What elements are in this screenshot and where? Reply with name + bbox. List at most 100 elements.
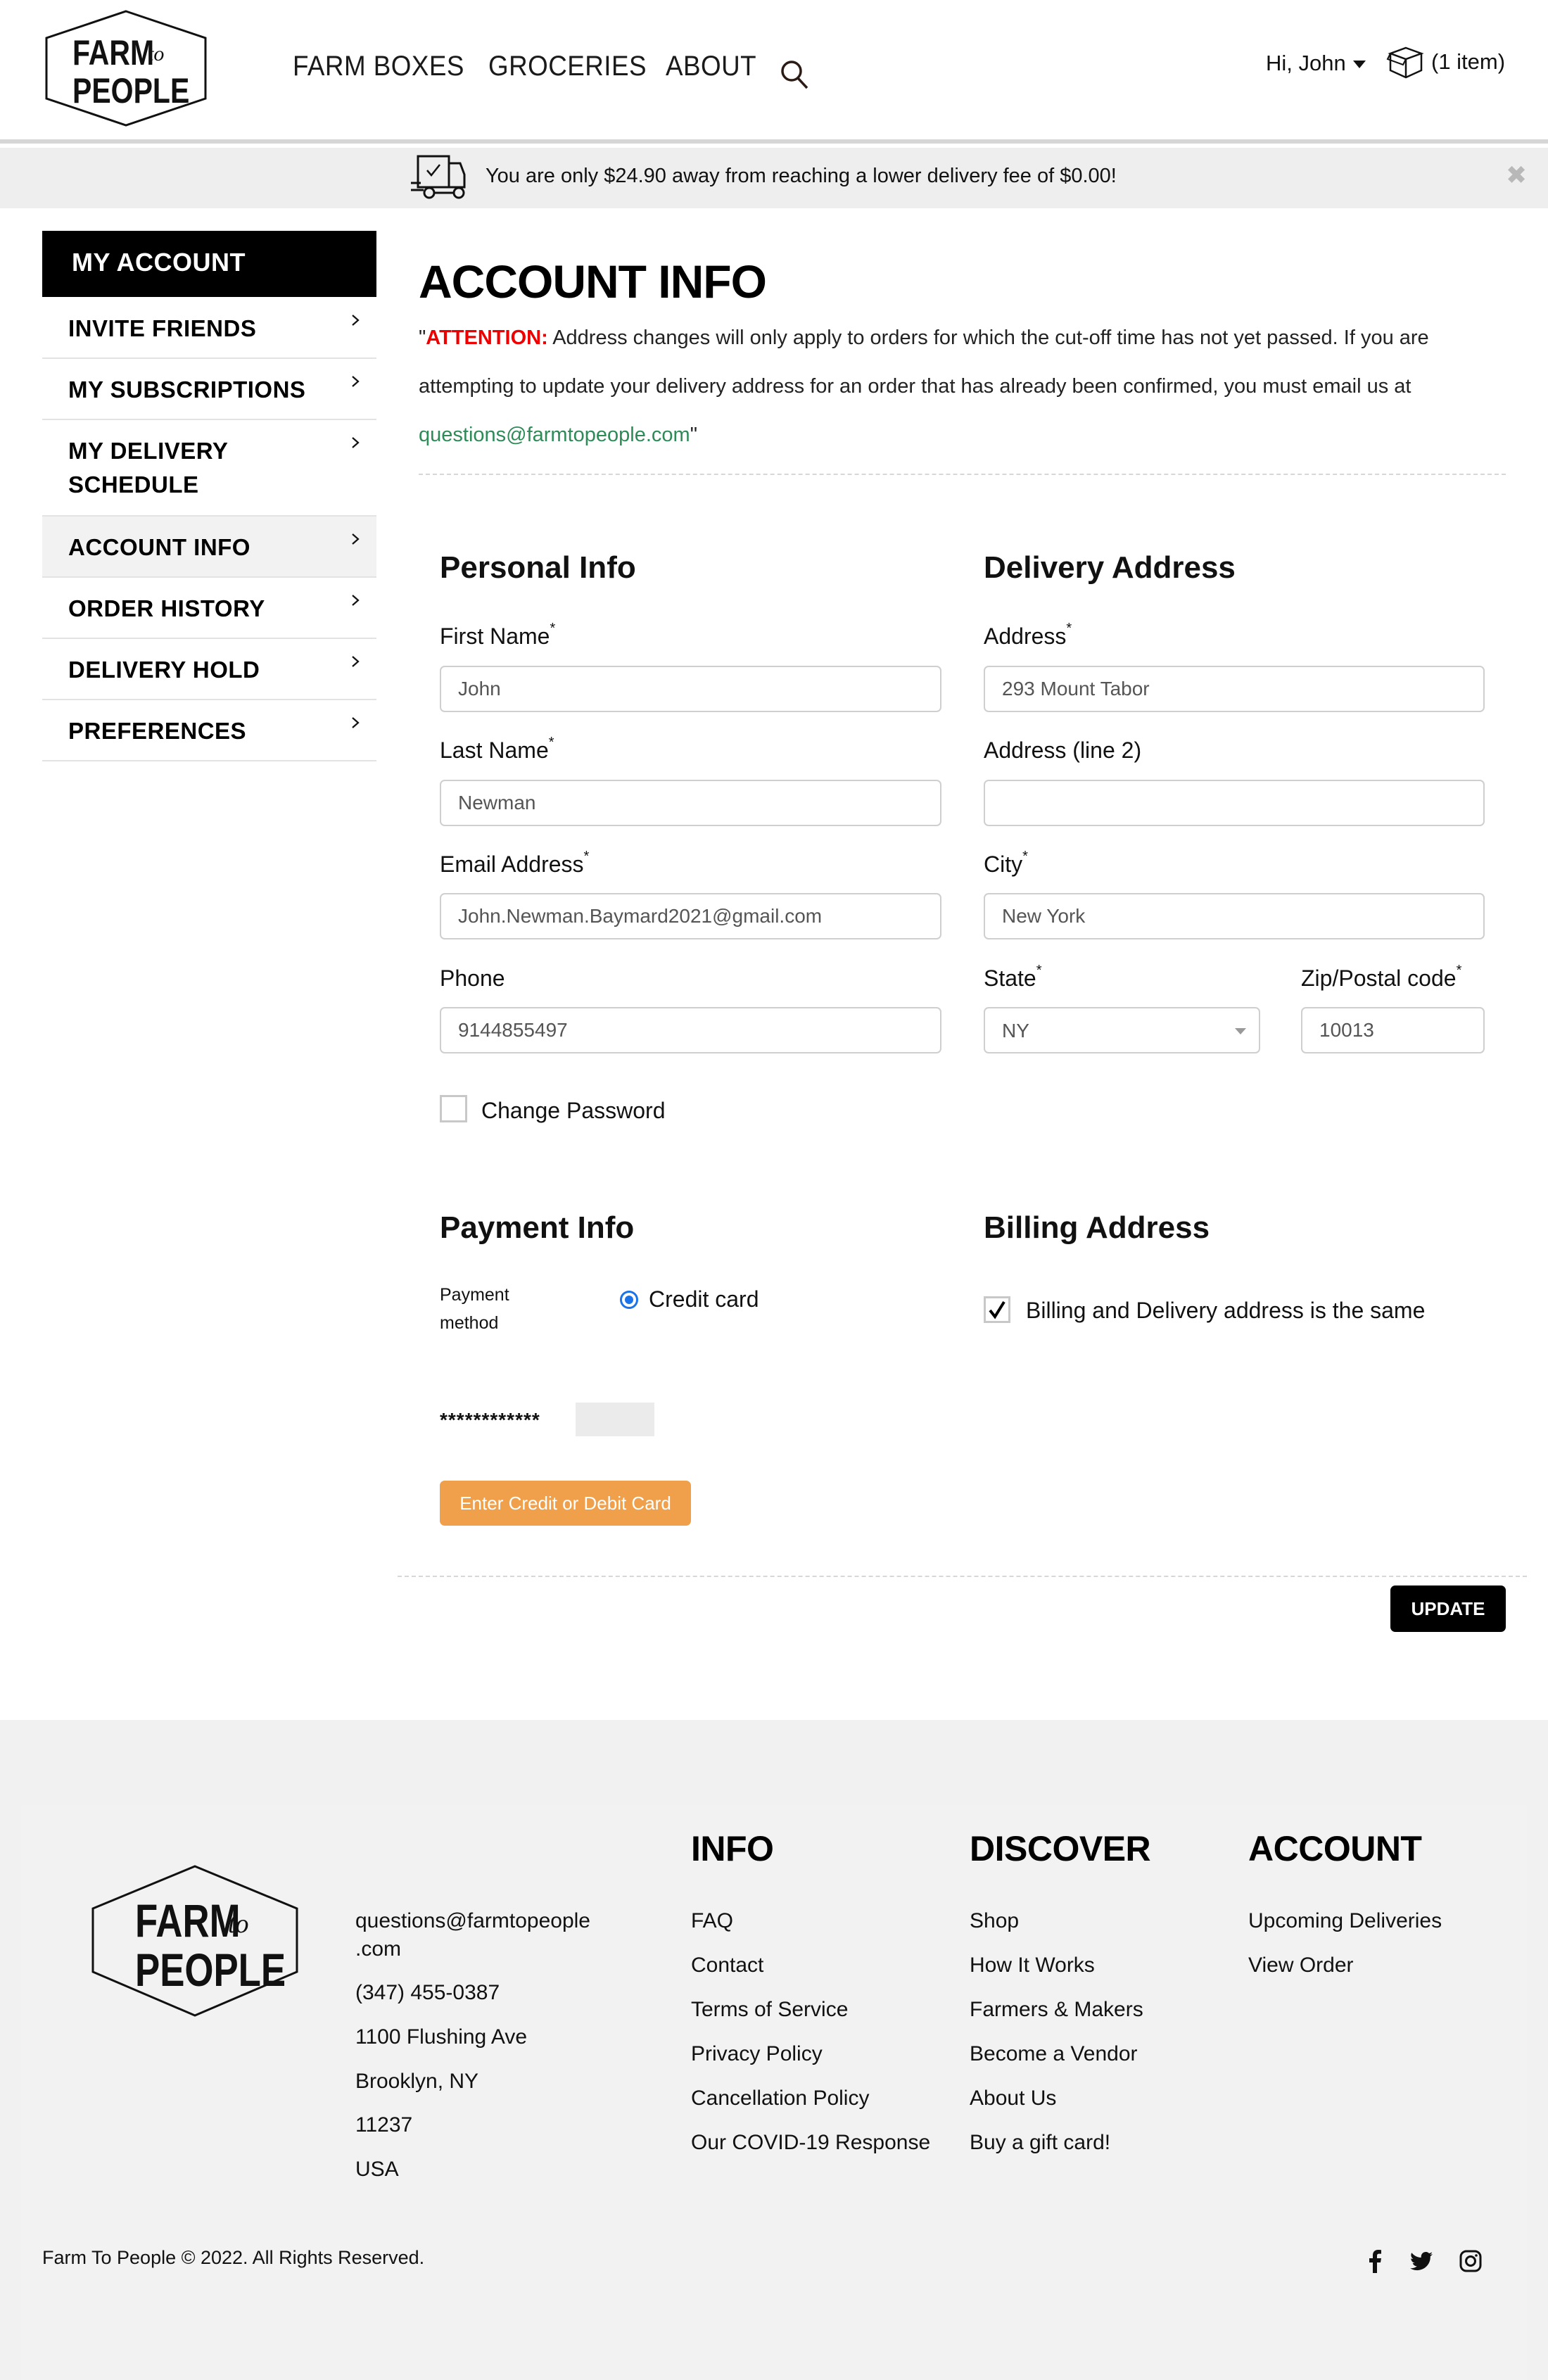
cart-count: (1 item) xyxy=(1431,49,1506,74)
sidebar-item-order-history[interactable]: ORDER HISTORY xyxy=(42,578,376,639)
footer-logo[interactable]: FARM to PEOPLE xyxy=(90,1865,300,2017)
state-label: State* xyxy=(984,963,1042,991)
facebook-icon[interactable] xyxy=(1364,2249,1388,2273)
delivery-truck-icon xyxy=(411,155,466,199)
email-input[interactable] xyxy=(440,893,941,939)
farm-to-people-logo[interactable]: FARM to PEOPLE xyxy=(44,10,208,127)
footer-email-line1[interactable]: questions@farmtopeople xyxy=(355,1909,590,1933)
footer-city: Brooklyn, NY xyxy=(355,2070,479,2093)
change-password-checkbox[interactable] xyxy=(440,1095,467,1122)
delivery-fee-banner: You are only $24.90 away from reaching a… xyxy=(0,148,1548,208)
divider xyxy=(398,1576,1527,1577)
user-greeting: Hi, John xyxy=(1266,51,1346,75)
sidebar-item-my-delivery-schedule[interactable]: MY DELIVERY SCHEDULE xyxy=(42,420,376,517)
chevron-right-icon xyxy=(352,437,360,448)
footer-email-line2[interactable]: .com xyxy=(355,1937,401,1961)
caret-down-icon xyxy=(1352,61,1366,69)
footer-link[interactable]: Our COVID-19 Response xyxy=(691,2131,930,2155)
address-line2-label: Address (line 2) xyxy=(984,738,1142,763)
chevron-right-icon xyxy=(352,315,360,326)
phone-input[interactable] xyxy=(440,1007,941,1053)
sidebar-item-delivery-hold[interactable]: DELIVERY HOLD xyxy=(42,639,376,700)
address-line2-input[interactable] xyxy=(984,780,1485,826)
sidebar-item-invite-friends[interactable]: INVITE FRIENDS xyxy=(42,298,376,359)
footer-heading-discover: DISCOVER xyxy=(970,1829,1151,1868)
state-select[interactable]: NY xyxy=(984,1007,1260,1053)
chevron-right-icon xyxy=(352,376,360,387)
quote-open: " xyxy=(419,327,426,349)
chevron-right-icon xyxy=(352,533,360,545)
footer-link[interactable]: FAQ xyxy=(691,1909,733,1933)
update-button[interactable]: UPDATE xyxy=(1390,1585,1506,1632)
footer-heading-info: INFO xyxy=(691,1829,774,1868)
sidebar-item-label: MY DELIVERY SCHEDULE xyxy=(68,438,228,498)
cart-button[interactable]: (1 item) xyxy=(1386,45,1505,79)
city-label: City* xyxy=(984,849,1028,877)
footer-link[interactable]: How It Works xyxy=(970,1954,1095,1977)
attention-notice: "ATTENTION: Address changes will only ap… xyxy=(419,314,1502,460)
chevron-right-icon xyxy=(352,717,360,728)
footer-street: 1100 Flushing Ave xyxy=(355,2025,528,2049)
address-input[interactable] xyxy=(984,666,1485,712)
close-icon[interactable]: ✖ xyxy=(1506,160,1527,190)
address-label: Address* xyxy=(984,621,1072,649)
nav-about[interactable]: ABOUT xyxy=(666,51,756,82)
footer-link[interactable]: Buy a gift card! xyxy=(970,2131,1110,2155)
sidebar-item-label: ORDER HISTORY xyxy=(68,595,265,621)
footer-link[interactable]: Shop xyxy=(970,1909,1019,1933)
footer-link[interactable]: View Order xyxy=(1248,1954,1354,1977)
logo-text-people: PEOPLE xyxy=(135,1944,286,1996)
footer-phone[interactable]: (347) 455-0387 xyxy=(355,1981,500,2005)
footer-link[interactable]: Contact xyxy=(691,1954,763,1977)
support-email-link[interactable]: questions@farmtopeople.com xyxy=(419,424,690,446)
copyright: Farm To People © 2022. All Rights Reserv… xyxy=(42,2247,425,2268)
logo-text-farm: FARM xyxy=(72,33,154,72)
footer-zip: 11237 xyxy=(355,2113,413,2137)
twitter-icon[interactable] xyxy=(1409,2249,1433,2273)
attention-text: Address changes will only apply to order… xyxy=(419,327,1429,398)
attention-label: ATTENTION: xyxy=(426,327,548,349)
footer-link[interactable]: Privacy Policy xyxy=(691,2042,823,2066)
footer-link[interactable]: Cancellation Policy xyxy=(691,2087,869,2110)
footer-link[interactable]: Become a Vendor xyxy=(970,2042,1138,2066)
sidebar-item-account-info[interactable]: ACCOUNT INFO xyxy=(42,517,376,578)
sidebar-item-label: MY SUBSCRIPTIONS xyxy=(68,376,306,403)
footer-heading-account: ACCOUNT xyxy=(1248,1829,1422,1868)
first-name-input[interactable] xyxy=(440,666,941,712)
divider xyxy=(419,474,1506,475)
footer-link[interactable]: About Us xyxy=(970,2087,1056,2110)
footer-link[interactable]: Terms of Service xyxy=(691,1998,848,2022)
sidebar-item-label: INVITE FRIENDS xyxy=(68,315,257,341)
same-address-checkbox[interactable] xyxy=(984,1296,1010,1323)
zip-label: Zip/Postal code* xyxy=(1301,963,1462,991)
dropdown-arrow-icon xyxy=(1235,1028,1246,1034)
user-menu[interactable]: Hi, John xyxy=(1266,51,1366,76)
credit-card-radio[interactable] xyxy=(620,1291,638,1309)
email-label: Email Address* xyxy=(440,849,590,877)
footer-link[interactable]: Upcoming Deliveries xyxy=(1248,1909,1442,1933)
billing-address-title: Billing Address xyxy=(984,1210,1210,1245)
phone-label: Phone xyxy=(440,966,505,991)
footer-link[interactable]: Farmers & Makers xyxy=(970,1998,1143,2022)
sidebar-title: MY ACCOUNT xyxy=(42,231,376,297)
nav-farm-boxes[interactable]: FARM BOXES xyxy=(293,51,464,82)
search-icon[interactable] xyxy=(780,59,811,90)
sidebar-item-my-subscriptions[interactable]: MY SUBSCRIPTIONS xyxy=(42,359,376,420)
checkmark-icon xyxy=(989,1300,1005,1319)
banner-message: You are only $24.90 away from reaching a… xyxy=(486,165,1117,187)
city-input[interactable] xyxy=(984,893,1485,939)
sidebar-item-preferences[interactable]: PREFERENCES xyxy=(42,700,376,761)
last-name-input[interactable] xyxy=(440,780,941,826)
same-address-label: Billing and Delivery address is the same xyxy=(1026,1298,1426,1323)
zip-input[interactable] xyxy=(1301,1007,1485,1053)
personal-info-title: Personal Info xyxy=(440,550,636,585)
sidebar-item-label: ACCOUNT INFO xyxy=(68,534,250,560)
enter-card-button[interactable]: Enter Credit or Debit Card xyxy=(440,1481,691,1526)
instagram-icon[interactable] xyxy=(1459,2249,1483,2273)
change-password-label: Change Password xyxy=(481,1098,666,1123)
state-value: NY xyxy=(1002,1020,1029,1042)
delivery-address-title: Delivery Address xyxy=(984,550,1236,585)
chevron-right-icon xyxy=(352,595,360,606)
nav-groceries[interactable]: GROCERIES xyxy=(488,51,647,82)
credit-card-label: Credit card xyxy=(649,1286,759,1312)
